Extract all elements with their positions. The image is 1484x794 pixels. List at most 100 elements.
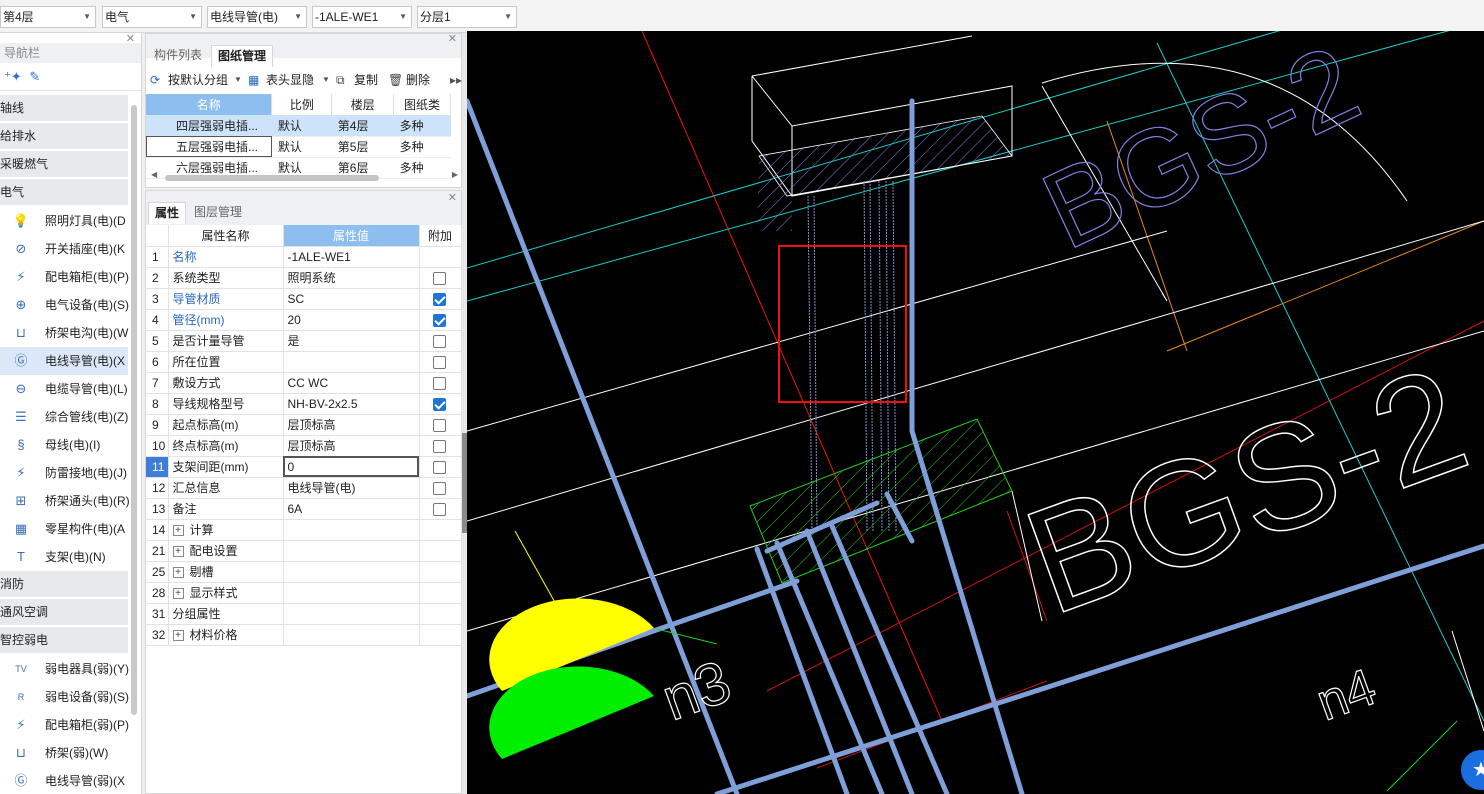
- attach-checkbox[interactable]: [432, 439, 446, 453]
- expand-icon[interactable]: +: [172, 630, 184, 642]
- property-value[interactable]: -1ALE-WE1: [283, 246, 420, 268]
- group-by-default-button[interactable]: 按默认分组: [168, 68, 228, 92]
- expand-icon[interactable]: +: [172, 588, 184, 600]
- add-icon[interactable]: ⁺✦: [4, 69, 22, 85]
- nav-category-water[interactable]: 给排水: [0, 123, 128, 149]
- nav-item-cable-tray[interactable]: ⊔ 桥架电沟(电)(W: [0, 319, 128, 347]
- property-row[interactable]: 14 + 计算: [146, 519, 462, 541]
- property-row[interactable]: 2 系统类型 照明系统: [146, 267, 462, 289]
- close-icon[interactable]: ✕: [448, 32, 457, 45]
- discipline-select[interactable]: 电气 ▼: [102, 6, 202, 28]
- property-value[interactable]: 0: [283, 456, 420, 478]
- nav-item-weak-appliance[interactable]: TV 弱电器具(弱)(Y): [0, 655, 129, 683]
- property-value[interactable]: 照明系统: [283, 267, 420, 289]
- more-icon[interactable]: ▸▸: [450, 68, 462, 92]
- attach-checkbox[interactable]: [432, 397, 446, 411]
- property-row[interactable]: 1 名称 -1ALE-WE1: [146, 246, 462, 268]
- property-value[interactable]: 20: [283, 309, 420, 331]
- chevron-right-icon[interactable]: ▶: [452, 170, 458, 179]
- nav-item-busbar[interactable]: § 母线(电)(I): [0, 431, 128, 459]
- property-row[interactable]: 12 汇总信息 电线导管(电): [146, 477, 462, 499]
- tab-properties[interactable]: 属性: [148, 202, 187, 224]
- expand-icon[interactable]: +: [172, 567, 184, 579]
- property-row[interactable]: 7 敷设方式 CC WC: [146, 372, 462, 394]
- close-icon[interactable]: ✕: [448, 191, 457, 204]
- property-row[interactable]: 11 支架间距(mm) 0: [146, 456, 462, 478]
- tab-layer-management[interactable]: 图层管理: [188, 202, 248, 224]
- property-value[interactable]: [283, 561, 420, 583]
- delete-button[interactable]: 删除: [406, 68, 430, 92]
- nav-item-distribution-box[interactable]: ⚡ 配电箱柜(电)(P): [0, 263, 129, 291]
- column-header[interactable]: 比例: [271, 94, 333, 115]
- property-value[interactable]: [283, 624, 420, 646]
- property-value[interactable]: [283, 519, 420, 541]
- property-value[interactable]: SC: [283, 288, 420, 310]
- property-row[interactable]: 31 分组属性: [146, 603, 462, 625]
- column-header[interactable]: 属性值: [283, 225, 420, 247]
- property-value[interactable]: 电线导管(电): [283, 477, 420, 499]
- component-type-select[interactable]: 电线导管(电) ▼: [207, 6, 307, 28]
- property-value[interactable]: 6A: [283, 498, 420, 520]
- tab-component-list[interactable]: 构件列表: [148, 45, 208, 67]
- table-row[interactable]: 四层强弱电插... 默认 第4层 多种: [146, 115, 451, 137]
- nav-item-electric-device[interactable]: ⊕ 电气设备(电)(S): [0, 291, 129, 319]
- component-name-select[interactable]: -1ALE-WE1 ▼: [312, 6, 412, 28]
- property-value[interactable]: 层顶标高: [283, 435, 420, 457]
- nav-item-weak-conduit[interactable]: Ⓖ 电线导管(弱)(X: [0, 767, 128, 794]
- attach-checkbox[interactable]: [432, 418, 446, 432]
- property-value[interactable]: 是: [283, 330, 420, 352]
- layer-select[interactable]: 分层1 ▼: [417, 6, 517, 28]
- nav-item-cable-conduit[interactable]: ⊖ 电缆导管(电)(L): [0, 375, 128, 403]
- property-value[interactable]: CC WC: [283, 372, 420, 394]
- cad-canvas[interactable]: BGS-2 BGS-2 n3 n4 ★: [467, 31, 1484, 794]
- property-value[interactable]: [283, 582, 420, 604]
- nav-item-lightning-grounding[interactable]: ⚡ 防雷接地(电)(J): [0, 459, 128, 487]
- attach-checkbox[interactable]: [432, 481, 446, 495]
- nav-item-misc-parts[interactable]: ▦ 零星构件(电)(A: [0, 515, 128, 543]
- table-row[interactable]: 五层强弱电插... 默认 第5层 多种: [146, 136, 451, 158]
- property-value[interactable]: [283, 540, 420, 562]
- property-row[interactable]: 21 + 配电设置: [146, 540, 462, 562]
- nav-item-weak-tray[interactable]: ⊔ 桥架(弱)(W): [0, 739, 128, 767]
- chevron-down-icon[interactable]: ▼: [322, 68, 330, 92]
- floor-select[interactable]: 第4层 ▼: [0, 6, 96, 28]
- tab-drawing-management[interactable]: 图纸管理: [211, 45, 274, 67]
- attach-checkbox[interactable]: [432, 502, 446, 516]
- horizontal-scrollbar[interactable]: ◀ ▶: [149, 170, 458, 182]
- property-row[interactable]: 6 所在位置: [146, 351, 462, 373]
- attach-checkbox[interactable]: [432, 376, 446, 390]
- property-row[interactable]: 28 + 显示样式: [146, 582, 462, 604]
- property-row[interactable]: 13 备注 6A: [146, 498, 462, 520]
- nav-item-weak-box[interactable]: ⚡ 配电箱柜(弱)(P): [0, 711, 129, 739]
- property-row[interactable]: 32 + 材料价格: [146, 624, 462, 646]
- column-header[interactable]: 属性名称: [168, 225, 284, 247]
- attach-checkbox[interactable]: [432, 460, 446, 474]
- property-value[interactable]: NH-BV-2x2.5: [283, 393, 420, 415]
- nav-item-support[interactable]: T 支架(电)(N): [0, 543, 128, 571]
- nav-category-fire[interactable]: 消防: [0, 571, 128, 597]
- attach-checkbox[interactable]: [432, 271, 446, 285]
- attach-checkbox[interactable]: [432, 313, 446, 327]
- column-header[interactable]: 附加: [419, 225, 462, 247]
- chevron-left-icon[interactable]: ◀: [151, 170, 157, 179]
- expand-icon[interactable]: +: [172, 525, 184, 537]
- property-row[interactable]: 5 是否计量导管 是: [146, 330, 462, 352]
- close-icon[interactable]: ✕: [126, 33, 135, 45]
- nav-category-axis[interactable]: 轴线: [0, 95, 128, 121]
- nav-item-lighting[interactable]: 💡 照明灯具(电)(D: [0, 207, 128, 235]
- property-value[interactable]: 层顶标高: [283, 414, 420, 436]
- property-row[interactable]: 9 起点标高(m) 层顶标高: [146, 414, 462, 436]
- edit-icon[interactable]: ✎: [29, 69, 45, 85]
- property-row[interactable]: 4 管径(mm) 20: [146, 309, 462, 331]
- nav-scrollbar[interactable]: [131, 105, 137, 715]
- attach-checkbox[interactable]: [432, 355, 446, 369]
- column-header[interactable]: 楼层: [331, 94, 395, 115]
- property-row[interactable]: 3 导管材质 SC: [146, 288, 462, 310]
- cad-drawing[interactable]: BGS-2 BGS-2 n3 n4: [467, 31, 1484, 794]
- copy-button[interactable]: 复制: [354, 68, 378, 92]
- nav-item-tray-fitting[interactable]: ⊞ 桥架通头(电)(R): [0, 487, 130, 515]
- property-value[interactable]: [283, 603, 420, 625]
- nav-item-switch-socket[interactable]: ⊘ 开关插座(电)(K: [0, 235, 128, 263]
- expand-icon[interactable]: +: [172, 546, 184, 558]
- nav-category-smart[interactable]: 智控弱电: [0, 627, 128, 653]
